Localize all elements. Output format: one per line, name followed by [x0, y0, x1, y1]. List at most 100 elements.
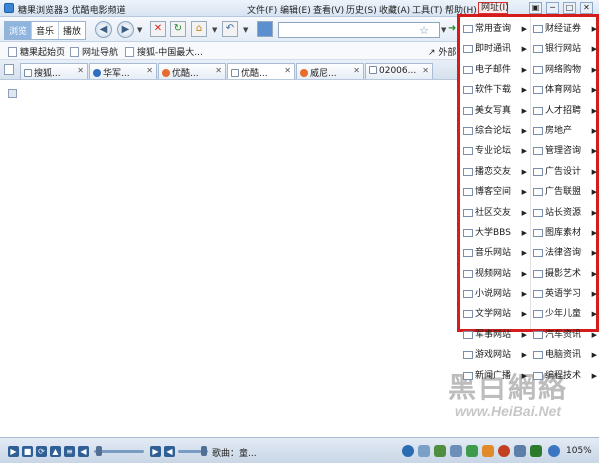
fav-item-start-page[interactable]: 糖果起始页 — [8, 45, 65, 58]
menu-favorites[interactable]: 收藏(A) — [379, 3, 412, 16]
status-info-icon[interactable] — [402, 445, 414, 457]
menu-sites[interactable]: 网址(I) — [478, 2, 509, 14]
address-dropdown-icon[interactable]: ▼ — [441, 26, 446, 34]
status-ad-block-icon[interactable] — [498, 445, 510, 457]
fav-item-nav[interactable]: 网址导航 — [70, 45, 118, 58]
close-tab-icon[interactable]: ✕ — [422, 66, 429, 75]
left-menu-item[interactable]: 文学网站 ▶ — [462, 305, 529, 325]
left-menu-item[interactable]: 播恋交友 ▶ — [462, 163, 529, 183]
close-tab-icon[interactable]: ✕ — [146, 66, 153, 75]
right-menu-item[interactable]: 银行网站 ▶ — [532, 40, 599, 60]
close-button[interactable]: ✕ — [580, 2, 593, 14]
right-menu-item[interactable]: 人才招聘 ▶ — [532, 102, 599, 122]
skin-icon[interactable]: ▣ — [529, 2, 542, 14]
eject-icon[interactable]: ▲ — [50, 446, 61, 457]
page-tab[interactable]: 02006... ✕ — [365, 63, 433, 79]
maximize-button[interactable]: □ — [563, 2, 576, 14]
status-sync-icon[interactable] — [466, 445, 478, 457]
stop-button[interactable]: ✕ — [150, 21, 166, 37]
status-window-icon[interactable] — [514, 445, 526, 457]
stop-icon[interactable]: ■ — [22, 446, 33, 457]
fav-item-sohu[interactable]: 搜狐-中国最大... — [125, 45, 203, 58]
minimize-button[interactable]: ─ — [546, 2, 559, 14]
right-menu-item[interactable]: 法律咨询 ▶ — [532, 244, 599, 264]
external-links[interactable]: ↗ 外部 — [428, 45, 456, 58]
close-tab-icon[interactable]: ✕ — [77, 66, 84, 75]
right-menu-item[interactable]: 少年儿童 ▶ — [532, 305, 599, 325]
right-menu-item[interactable]: 站长资源 ▶ — [532, 204, 599, 224]
zoom-icon[interactable] — [548, 445, 560, 457]
go-arrow-icon[interactable]: ➜ — [448, 23, 456, 34]
right-menu-item[interactable]: 管理咨询 ▶ — [532, 142, 599, 162]
left-menu-item[interactable]: 博客空间 ▶ — [462, 183, 529, 203]
home-dropdown-icon[interactable]: ▼ — [212, 26, 217, 34]
right-menu-item[interactable]: 广告联盟 ▶ — [532, 183, 599, 203]
status-security-icon[interactable] — [530, 445, 542, 457]
new-tab-icon[interactable] — [4, 64, 14, 75]
progress-slider[interactable] — [94, 446, 144, 456]
status-screenshot-icon[interactable] — [434, 445, 446, 457]
tab-play[interactable]: 播放 — [59, 22, 86, 39]
left-menu-item[interactable]: 小说网站 ▶ — [462, 285, 529, 305]
close-tab-icon[interactable]: ✕ — [215, 66, 222, 75]
next-icon[interactable]: ▶ — [150, 446, 161, 457]
play-icon[interactable]: ▶ — [8, 446, 19, 457]
right-menu-item[interactable]: 英语学习 ▶ — [532, 285, 599, 305]
status-download-icon[interactable] — [482, 445, 494, 457]
left-menu-item[interactable]: 美女写真 ▶ — [462, 102, 529, 122]
repeat-icon[interactable]: ⟳ — [36, 446, 47, 457]
left-menu-item[interactable]: 游戏网站 ▶ — [462, 346, 529, 366]
progress-knob[interactable] — [96, 446, 102, 456]
left-menu-item[interactable]: 视频网站 ▶ — [462, 265, 529, 285]
forward-button[interactable]: ▶ — [117, 21, 134, 38]
left-menu-item[interactable]: 专业论坛 ▶ — [462, 142, 529, 162]
volume-icon[interactable]: ◀ — [164, 446, 175, 457]
close-tab-icon[interactable]: ✕ — [353, 66, 360, 75]
right-menu-item[interactable]: 电脑资讯 ▶ — [532, 346, 599, 366]
left-menu-item[interactable]: 软件下载 ▶ — [462, 81, 529, 101]
right-menu-item[interactable]: 体育网站 ▶ — [532, 81, 599, 101]
left-menu-item[interactable]: 军事网站 ▶ — [462, 326, 529, 346]
right-menu-item[interactable]: 摄影艺术 ▶ — [532, 265, 599, 285]
tab-music[interactable]: 音乐 — [32, 22, 60, 39]
left-menu-item[interactable]: 社区交友 ▶ — [462, 204, 529, 224]
prev-icon[interactable]: ◀ — [78, 446, 89, 457]
page-tab-active[interactable]: 优酷... ✕ — [227, 63, 295, 79]
page-tab[interactable]: 优酷... ✕ — [158, 63, 226, 79]
left-menu-item[interactable]: 综合论坛 ▶ — [462, 122, 529, 142]
page-tab[interactable]: 威尼... ✕ — [296, 63, 364, 79]
left-menu-item[interactable]: 音乐网站 ▶ — [462, 244, 529, 264]
undo-close-button[interactable]: ↶ — [222, 21, 238, 37]
close-tab-icon[interactable]: ✕ — [284, 66, 291, 75]
menu-edit[interactable]: 编辑(E) — [280, 3, 313, 16]
menu-file[interactable]: 文件(F) — [247, 3, 280, 16]
menu-view[interactable]: 查看(V) — [313, 3, 346, 16]
left-menu-item[interactable]: 新闻广播 ▶ — [462, 367, 529, 387]
zoom-level[interactable]: 105% — [566, 446, 592, 456]
refresh-button[interactable]: ↻ — [170, 21, 186, 37]
left-menu-item[interactable]: 电子邮件 ▶ — [462, 61, 529, 81]
status-image-icon[interactable] — [450, 445, 462, 457]
page-tab[interactable]: 华军... ✕ — [89, 63, 157, 79]
volume-slider[interactable] — [178, 446, 208, 456]
forward-dropdown-icon[interactable]: ▼ — [137, 26, 142, 34]
right-menu-item[interactable]: 房地产 ▶ — [532, 122, 599, 142]
right-menu-item[interactable]: 图库素材 ▶ — [532, 224, 599, 244]
left-menu-item[interactable]: 大学BBS ▶ — [462, 224, 529, 244]
menu-history[interactable]: 历史(S) — [346, 3, 379, 16]
page-tools-icon[interactable] — [257, 21, 273, 37]
right-menu-item[interactable]: 汽车资讯 ▶ — [532, 326, 599, 346]
right-menu-item[interactable]: 财经证券 ▶ — [532, 20, 599, 40]
menu-tools[interactable]: 工具(T) — [412, 3, 445, 16]
left-menu-item[interactable]: 常用查询 ▶ — [462, 20, 529, 40]
bookmark-star-icon[interactable]: ☆ — [419, 24, 429, 37]
right-menu-item[interactable]: 广告设计 ▶ — [532, 163, 599, 183]
menu-icon[interactable]: ≡ — [64, 446, 75, 457]
right-menu-item[interactable]: 网络购物 ▶ — [532, 61, 599, 81]
tab-browse[interactable]: 浏览 — [5, 22, 33, 39]
undo-dropdown-icon[interactable]: ▼ — [243, 26, 248, 34]
left-menu-item[interactable]: 即时通讯 ▶ — [462, 40, 529, 60]
page-tab[interactable]: 搜狐... ✕ — [20, 63, 88, 79]
right-menu-item[interactable]: 编程技术 ▶ — [532, 367, 599, 387]
status-tool-icon[interactable] — [418, 445, 430, 457]
